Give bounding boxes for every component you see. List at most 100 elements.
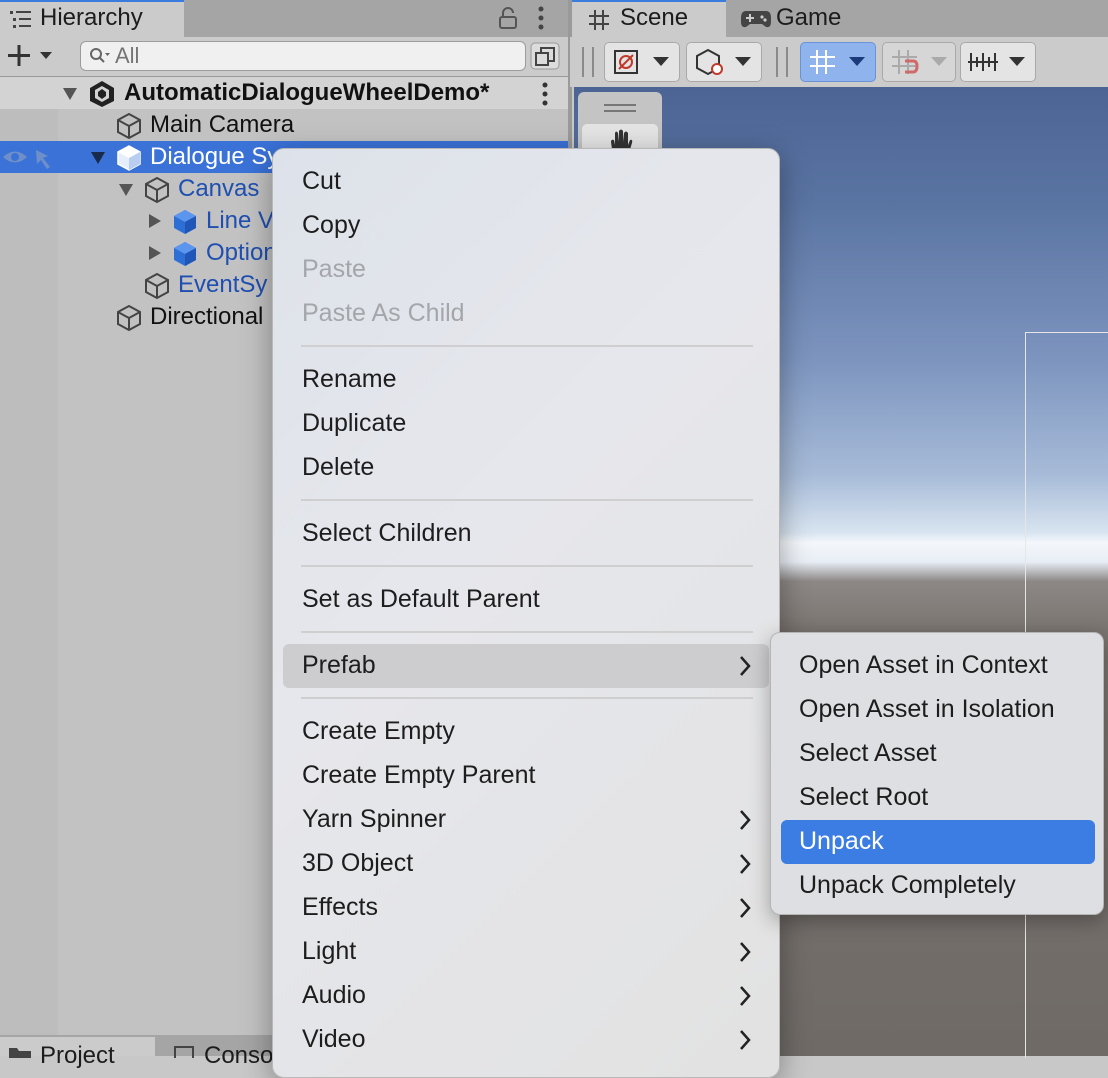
scene-name: AutomaticDialogueWheelDemo* xyxy=(124,79,490,106)
menu-item-duplicate[interactable]: Duplicate xyxy=(283,402,769,446)
tree-item-label: Dialogue Sy xyxy=(150,143,280,170)
console-icon[interactable] xyxy=(174,1046,194,1058)
menu-item-label: Effects xyxy=(302,893,378,921)
chevron-right-icon xyxy=(740,986,751,1006)
tree-item-label: Canvas xyxy=(178,175,260,202)
overlay-grip-icon[interactable] xyxy=(604,110,636,112)
increment-snap-dropdown[interactable] xyxy=(882,42,956,82)
list-icon xyxy=(10,11,31,28)
submenu-item-unpack-completely[interactable]: Unpack Completely xyxy=(781,864,1095,908)
chevron-down-icon xyxy=(1009,57,1025,66)
menu-item-create-empty[interactable]: Create Empty xyxy=(283,710,769,754)
scene-visibility-button[interactable] xyxy=(530,42,560,70)
overlay-grip-icon[interactable] xyxy=(604,104,636,106)
search-input[interactable] xyxy=(115,42,515,70)
menu-item-create-empty-parent[interactable]: Create Empty Parent xyxy=(283,754,769,798)
collapse-triangle-icon[interactable] xyxy=(148,245,162,261)
folder-icon xyxy=(9,1048,31,1058)
menu-item-label: Create Empty xyxy=(302,717,455,745)
cube-render-icon xyxy=(696,48,723,76)
menu-item-rename[interactable]: Rename xyxy=(283,358,769,402)
grid-snap-dropdown[interactable] xyxy=(800,42,876,82)
hierarchy-tab-label: Hierarchy xyxy=(40,4,143,31)
menu-item-label: Copy xyxy=(302,211,361,239)
chevron-right-icon xyxy=(740,656,751,676)
submenu-item-open-in-isolation[interactable]: Open Asset in Isolation xyxy=(781,688,1095,732)
console-tab-label[interactable]: Conso xyxy=(204,1042,273,1070)
collapse-triangle-icon[interactable] xyxy=(148,213,162,229)
menu-item-video[interactable]: Video xyxy=(283,1018,769,1062)
menu-item-label: Set as Default Parent xyxy=(302,585,540,613)
toolbar-grip-icon[interactable] xyxy=(582,47,594,77)
gamepad-icon[interactable] xyxy=(740,9,772,29)
menu-item-3d-object[interactable]: 3D Object xyxy=(283,842,769,886)
submenu-item-open-in-context[interactable]: Open Asset in Context xyxy=(781,644,1095,688)
game-tab-label[interactable]: Game xyxy=(776,4,841,32)
submenu-item-label: Select Asset xyxy=(799,739,937,767)
expand-triangle-icon[interactable] xyxy=(90,151,106,165)
chevron-down-icon xyxy=(849,57,865,66)
more-options-icon[interactable] xyxy=(536,6,546,30)
menu-item-label: Rename xyxy=(302,365,397,393)
menu-separator xyxy=(301,499,753,501)
submenu-item-select-asset[interactable]: Select Asset xyxy=(781,732,1095,776)
tree-item-main-camera[interactable]: Main Camera xyxy=(0,109,568,141)
prefab-icon xyxy=(174,210,196,234)
ruler-dropdown[interactable] xyxy=(960,42,1036,82)
menu-item-label: Delete xyxy=(302,453,375,481)
pickable-hand-icon[interactable] xyxy=(32,146,56,170)
chevron-down-icon xyxy=(931,57,947,66)
menu-item-yarn-spinner[interactable]: Yarn Spinner xyxy=(283,798,769,842)
scene-header-row[interactable]: AutomaticDialogueWheelDemo* xyxy=(0,77,568,109)
menu-item-select-children[interactable]: Select Children xyxy=(283,512,769,556)
visibility-eye-icon[interactable] xyxy=(2,148,28,166)
menu-item-delete[interactable]: Delete xyxy=(283,446,769,490)
menu-item-label: Paste As Child xyxy=(302,299,465,327)
menu-item-label: Video xyxy=(302,1025,366,1053)
shaded-mode-icon xyxy=(614,50,638,74)
unity-scene-icon xyxy=(90,81,114,107)
chevron-down-icon xyxy=(735,57,751,66)
chevron-down-icon xyxy=(653,57,669,66)
chevron-right-icon xyxy=(740,854,751,874)
tree-item-label: EventSy xyxy=(178,271,268,298)
submenu-item-label: Unpack xyxy=(799,827,884,855)
menu-item-label: Light xyxy=(302,937,357,965)
grid-snap-icon xyxy=(810,50,835,74)
menu-item-label: Yarn Spinner xyxy=(302,805,447,833)
expand-triangle-icon[interactable] xyxy=(62,87,78,101)
menu-item-copy[interactable]: Copy xyxy=(283,204,769,248)
menu-item-cut[interactable]: Cut xyxy=(283,160,769,204)
scene-tab-label: Scene xyxy=(620,4,689,31)
menu-separator xyxy=(301,565,753,567)
tree-item-label: Main Camera xyxy=(150,111,295,138)
add-dropdown-icon[interactable] xyxy=(6,44,58,68)
render-mode-dropdown[interactable] xyxy=(686,42,762,82)
menu-separator xyxy=(301,697,753,699)
menu-item-prefab[interactable]: Prefab xyxy=(283,644,769,688)
gameobject-icon xyxy=(145,176,169,204)
prefab-submenu: Open Asset in Context Open Asset in Isol… xyxy=(770,632,1104,915)
menu-item-set-default-parent[interactable]: Set as Default Parent xyxy=(283,578,769,622)
submenu-item-unpack[interactable]: Unpack xyxy=(781,820,1095,864)
submenu-item-label: Open Asset in Isolation xyxy=(799,695,1055,723)
menu-item-effects[interactable]: Effects xyxy=(283,886,769,930)
menu-item-audio[interactable]: Audio xyxy=(283,974,769,1018)
toolbar-grip-icon[interactable] xyxy=(776,47,788,77)
search-field[interactable] xyxy=(80,41,526,71)
menu-item-label: Select Children xyxy=(302,519,472,547)
draw-mode-dropdown[interactable] xyxy=(604,42,680,82)
expand-triangle-icon[interactable] xyxy=(118,183,134,197)
lock-icon[interactable] xyxy=(498,6,518,30)
menu-item-label: Prefab xyxy=(302,651,376,679)
submenu-item-label: Select Root xyxy=(799,783,929,811)
scene-more-icon[interactable] xyxy=(540,82,550,106)
menu-item-label: Audio xyxy=(302,981,366,1009)
menu-item-paste: Paste xyxy=(283,248,769,292)
menu-item-light[interactable]: Light xyxy=(283,930,769,974)
menu-item-label: Paste xyxy=(302,255,366,283)
submenu-item-select-root[interactable]: Select Root xyxy=(781,776,1095,820)
prefab-icon xyxy=(174,242,196,266)
tree-item-label: Line V xyxy=(206,207,275,234)
tree-item-label: Option xyxy=(206,239,277,266)
